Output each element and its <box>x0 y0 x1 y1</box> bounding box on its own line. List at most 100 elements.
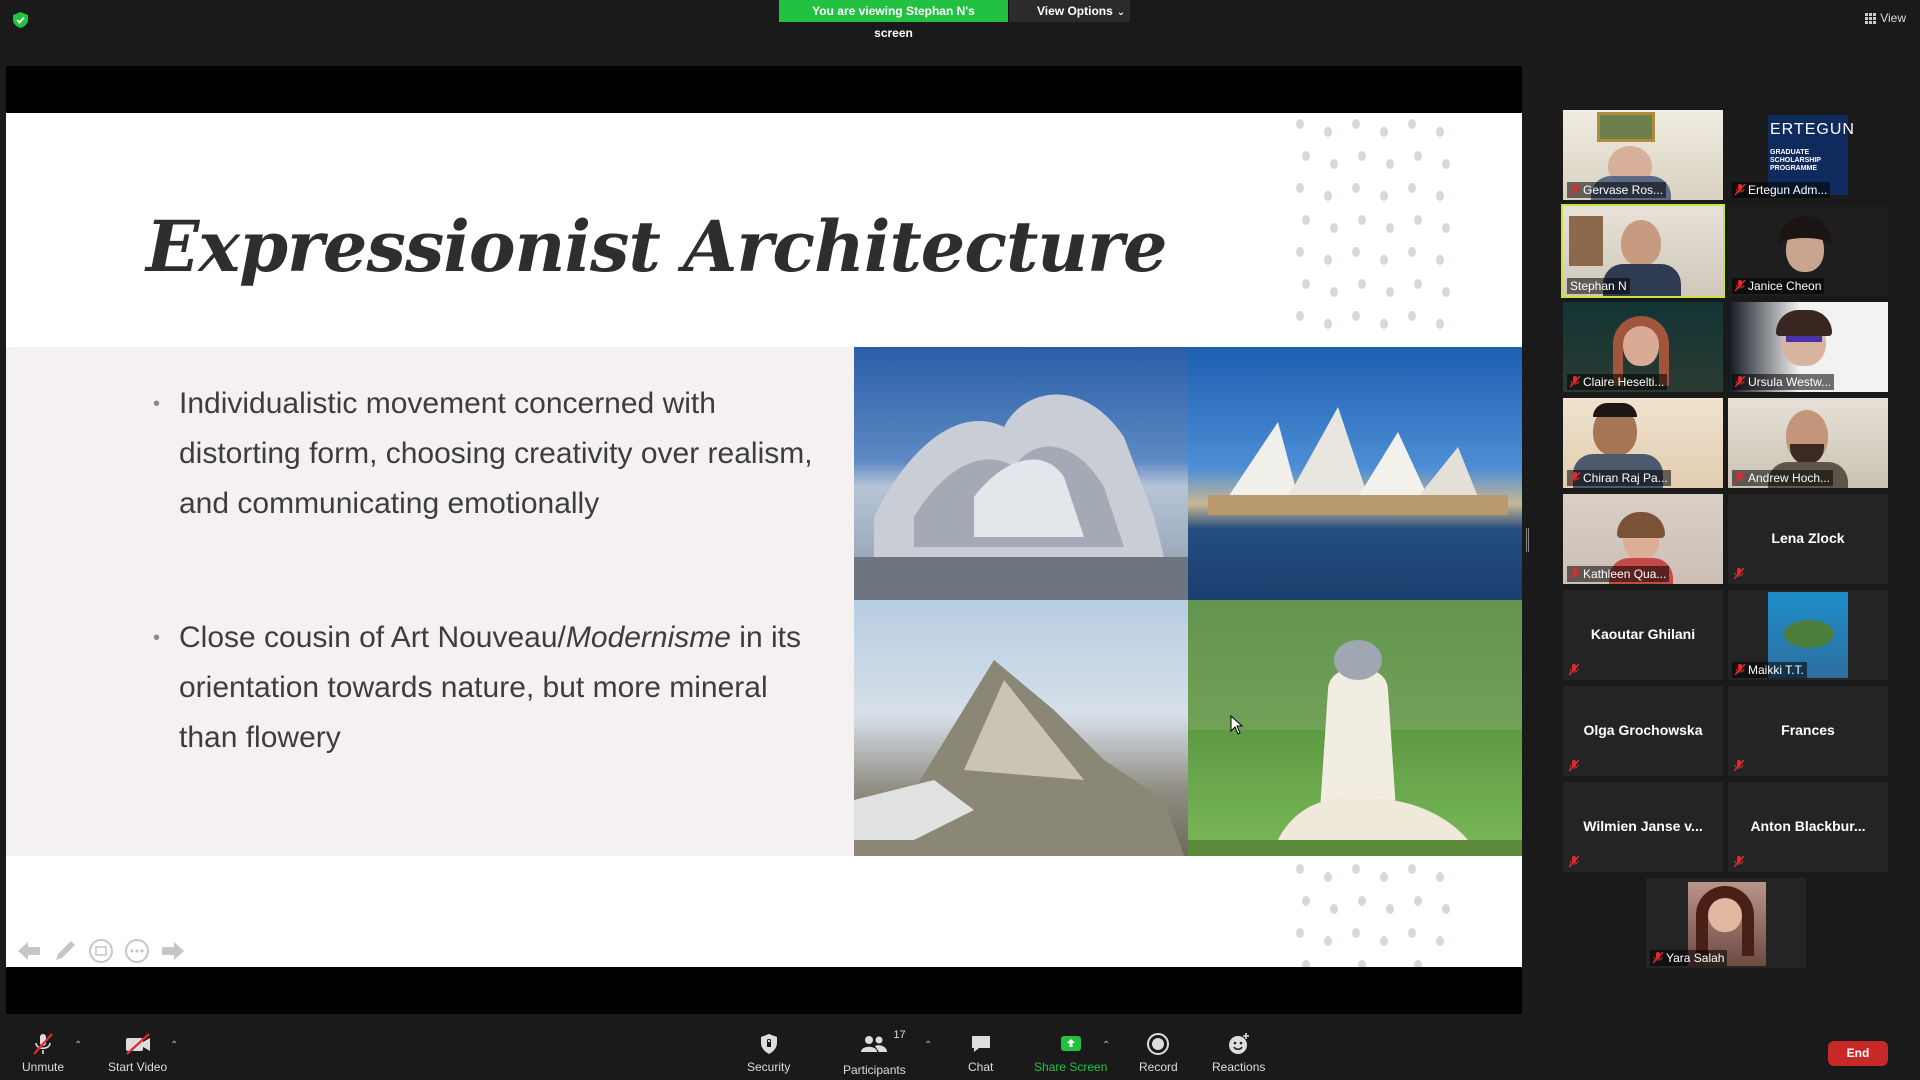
muted-mic-icon <box>1734 856 1744 868</box>
participant-name-bar: Kathleen Qua... <box>1567 566 1670 582</box>
decorative-dot <box>1352 119 1360 129</box>
chat-button[interactable]: Chat <box>968 1032 993 1074</box>
participant-name-bar: Claire Heselti... <box>1567 374 1668 390</box>
start-video-button[interactable]: Start Video <box>108 1032 167 1074</box>
shared-screen[interactable]: Expressionist Architecture Individualist… <box>6 66 1522 1014</box>
muted-mic-icon <box>1734 568 1744 580</box>
unmute-button[interactable]: Unmute <box>22 1032 64 1074</box>
share-screen-label: Share Screen <box>1034 1060 1108 1074</box>
participant-tile[interactable]: Anton Blackbur... <box>1728 782 1888 872</box>
participant-tile-active-speaker[interactable]: Stephan N <box>1561 204 1725 298</box>
decorative-dot <box>1296 311 1304 321</box>
participant-tile[interactable]: Gervase Ros... <box>1563 110 1723 200</box>
slide-photo-grid <box>854 347 1522 856</box>
decorative-dot <box>1380 127 1388 137</box>
view-layout-button[interactable]: View <box>1865 11 1906 25</box>
participant-name-bar: Andrew Hoch... <box>1732 470 1834 486</box>
chat-label: Chat <box>968 1060 994 1074</box>
participant-tile[interactable]: Kathleen Qua... <box>1563 494 1723 584</box>
decorative-dot <box>1302 151 1310 161</box>
security-label: Security <box>747 1060 791 1074</box>
decorative-dot <box>1436 191 1444 201</box>
decorative-dot <box>1414 279 1422 289</box>
decorative-dot <box>1330 223 1338 233</box>
decorative-dot <box>1302 215 1310 225</box>
decorative-dot <box>1358 960 1366 967</box>
decorative-dot <box>1358 151 1366 161</box>
photo-sea-of-ice-painting <box>854 600 1188 856</box>
view-label: View <box>1880 11 1906 25</box>
decorative-dot <box>1296 247 1304 257</box>
participant-tile[interactable]: Olga Grochowska <box>1563 686 1723 776</box>
decorative-dot <box>1386 159 1394 169</box>
meeting-toolbar: Unmute ⌃ Start Video ⌃ Security 17 Parti… <box>0 1024 1920 1080</box>
participant-tile[interactable]: Ursula Westw... <box>1728 302 1888 392</box>
panel-resize-handle[interactable] <box>1526 528 1529 552</box>
participant-tile[interactable]: Janice Cheon <box>1728 206 1888 296</box>
decorative-dot <box>1386 904 1394 914</box>
security-button[interactable]: Security <box>747 1032 790 1074</box>
decorative-dot <box>1436 319 1444 329</box>
encryption-shield-icon[interactable] <box>13 12 28 28</box>
reactions-button[interactable]: Reactions <box>1212 1032 1265 1074</box>
decorative-dot <box>1408 183 1416 193</box>
audio-options-caret-icon[interactable]: ⌃ <box>74 1040 82 1051</box>
decorative-dot <box>1442 904 1450 914</box>
participant-name: Wilmien Janse v... <box>1583 818 1703 834</box>
decorative-dot <box>1408 864 1416 874</box>
participant-tile[interactable]: Frances <box>1728 686 1888 776</box>
participant-tile[interactable]: Wilmien Janse v... <box>1563 782 1723 872</box>
participants-button[interactable]: 17 Participants <box>843 1029 906 1077</box>
slides-overview-icon[interactable] <box>88 938 114 964</box>
decorative-dot <box>1352 183 1360 193</box>
view-options-button[interactable]: View Options ⌄ <box>1008 0 1130 22</box>
decorative-dot <box>1330 287 1338 297</box>
previous-slide-icon[interactable] <box>16 938 42 964</box>
more-options-icon[interactable] <box>124 938 150 964</box>
participants-caret-icon[interactable]: ⌃ <box>924 1040 932 1051</box>
decorative-dot <box>1442 287 1450 297</box>
decorative-dot <box>1324 319 1332 329</box>
pen-icon[interactable] <box>52 938 78 964</box>
participant-name: Olga Grochowska <box>1583 722 1703 738</box>
decorative-dot <box>1358 279 1366 289</box>
participant-tile[interactable]: Lena Zlock <box>1728 494 1888 584</box>
video-off-icon <box>125 1033 150 1055</box>
chat-bubble-icon <box>971 1036 990 1052</box>
decorative-dot <box>1352 247 1360 257</box>
participant-name-bar: Gervase Ros... <box>1567 182 1667 198</box>
muted-mic-icon <box>1734 760 1744 772</box>
decorative-dot <box>1436 255 1444 265</box>
record-button[interactable]: Record <box>1139 1032 1178 1074</box>
share-options-caret-icon[interactable]: ⌃ <box>1102 1040 1110 1051</box>
participant-name: Frances <box>1781 722 1835 738</box>
participant-name-bar: Chiran Raj Pa... <box>1567 470 1671 486</box>
muted-mic-icon <box>1569 856 1579 868</box>
start-video-label: Start Video <box>108 1060 168 1074</box>
participant-tile[interactable]: Claire Heselti... <box>1563 302 1723 392</box>
next-slide-icon[interactable] <box>160 938 186 964</box>
slide-bullet-1: Individualistic movement concerned with … <box>153 379 819 529</box>
muted-mic-icon <box>1653 952 1663 964</box>
share-screen-button[interactable]: Share Screen <box>1034 1032 1107 1074</box>
participant-tile[interactable]: Maikki T.T. <box>1728 590 1888 680</box>
participants-icon <box>861 1036 888 1052</box>
share-screen-icon <box>1060 1036 1081 1051</box>
participant-tile[interactable]: Kaoutar Ghilani <box>1563 590 1723 680</box>
participant-tile[interactable]: Yara Salah <box>1646 878 1806 968</box>
decorative-dot <box>1324 191 1332 201</box>
mouse-cursor-icon <box>1230 715 1244 735</box>
decorative-dot <box>1386 287 1394 297</box>
participant-name-bar: Yara Salah <box>1650 950 1728 966</box>
decorative-dot <box>1414 151 1422 161</box>
participant-name-bar: Ursula Westw... <box>1732 374 1835 390</box>
participant-tile[interactable]: ERTEGUN GRADUATE SCHOLARSHIP PROGRAMME E… <box>1728 110 1888 200</box>
end-meeting-button[interactable]: End <box>1828 1041 1888 1066</box>
participants-label: Participants <box>843 1063 906 1077</box>
decorative-dot <box>1386 223 1394 233</box>
video-options-caret-icon[interactable]: ⌃ <box>170 1040 178 1051</box>
participant-tile[interactable]: Andrew Hoch... <box>1728 398 1888 488</box>
participant-tile[interactable]: Chiran Raj Pa... <box>1563 398 1723 488</box>
presentation-slide: Expressionist Architecture Individualist… <box>6 113 1522 967</box>
decorative-dot <box>1358 896 1366 906</box>
